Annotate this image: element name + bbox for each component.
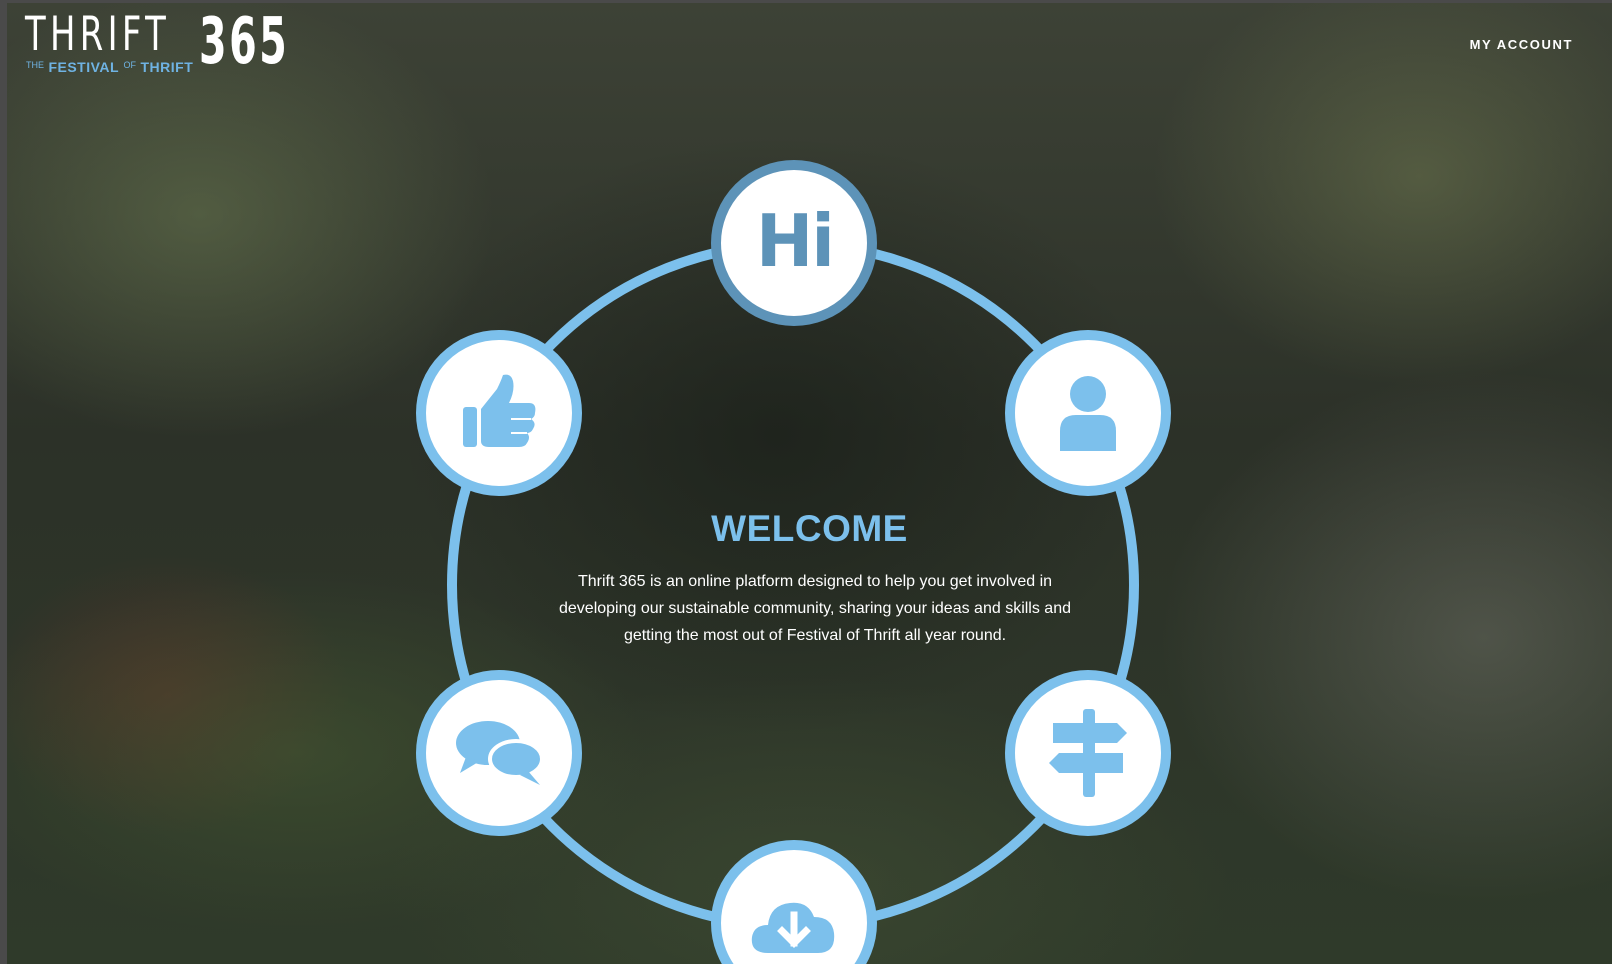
page-background: THRIFT 365 THE FESTIVAL OF THRIFT MY ACC… xyxy=(7,3,1612,964)
directions-node[interactable] xyxy=(1005,670,1171,836)
hi-node[interactable]: Hi xyxy=(711,160,877,326)
hi-icon: Hi xyxy=(755,199,835,283)
thumbs-up-icon xyxy=(463,374,536,447)
user-icon xyxy=(1060,376,1116,451)
cloud-download-icon xyxy=(751,902,835,953)
chat-bubbles-icon xyxy=(456,721,544,785)
profile-node[interactable] xyxy=(1005,330,1171,496)
welcome-ring xyxy=(447,239,1139,931)
signpost-icon xyxy=(1049,709,1127,797)
like-node[interactable] xyxy=(416,330,582,496)
welcome-description: Thrift 365 is an online platform designe… xyxy=(559,573,1071,644)
discussion-node[interactable] xyxy=(416,670,582,836)
welcome-title: WELCOME xyxy=(711,508,908,549)
